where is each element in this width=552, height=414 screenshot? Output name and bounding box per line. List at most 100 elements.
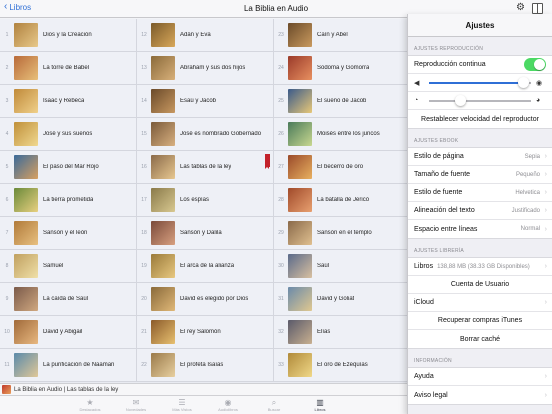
book-cell[interactable]: 32 Elías <box>274 316 411 349</box>
tab-top[interactable]: ☰ Más Vistos <box>159 396 205 414</box>
volume-knob[interactable] <box>517 76 529 88</box>
reset-speed-button[interactable]: Restablecer velocidad del reproductor <box>408 110 552 128</box>
book-cell[interactable]: 14 Esaú y Jacob <box>137 85 274 118</box>
book-cell[interactable]: 28 La batalla de Jericó <box>274 184 411 217</box>
book-cell[interactable]: 8 Samuel <box>0 250 137 283</box>
book-cell[interactable]: 30 Saúl <box>274 250 411 283</box>
ebook-setting-row[interactable]: Alineación del texto Justificado › <box>408 202 552 220</box>
book-cell[interactable]: 5 El paso del Mar Rojo <box>0 151 137 184</box>
legal-row[interactable]: Aviso legal › <box>408 386 552 404</box>
book-cell[interactable]: 33 El oro de Ezequías <box>274 349 411 382</box>
speed-knob[interactable] <box>454 94 466 106</box>
book-cell[interactable]: 2 La torre de Babel <box>0 52 137 85</box>
gear-icon[interactable]: ⚙ <box>516 3 525 13</box>
restore-purchases-button[interactable]: Recuperar compras iTunes <box>408 312 552 330</box>
book-title: El oro de Ezequías <box>317 362 368 368</box>
ebook-setting-row[interactable]: Estilo de página Sepia › <box>408 148 552 166</box>
book-cell[interactable]: 9 La caída de Saúl <box>0 283 137 316</box>
book-thumbnail[interactable] <box>14 320 38 344</box>
volume-slider[interactable] <box>429 76 531 88</box>
book-cell[interactable]: 18 Sansón y Dalila <box>137 217 274 250</box>
book-thumbnail[interactable] <box>14 23 38 47</box>
book-thumbnail[interactable] <box>288 188 312 212</box>
book-thumbnail[interactable] <box>151 320 175 344</box>
book-cell[interactable]: 27 El becerro de oro <box>274 151 411 184</box>
ebook-setting-row[interactable]: Espacio entre líneas Normal › <box>408 220 552 238</box>
book-thumbnail[interactable] <box>288 89 312 113</box>
book-thumbnail[interactable] <box>288 122 312 146</box>
continuous-play-toggle[interactable] <box>524 58 546 71</box>
book-thumbnail[interactable] <box>151 56 175 80</box>
book-thumbnail[interactable] <box>151 254 175 278</box>
book-thumbnail[interactable] <box>14 353 38 377</box>
book-number: 12 <box>141 32 147 38</box>
book-thumbnail[interactable] <box>288 254 312 278</box>
book-cell[interactable]: 10 David y Abigail <box>0 316 137 349</box>
book-cell[interactable]: 21 El rey Salomón <box>137 316 274 349</box>
book-thumbnail[interactable] <box>14 56 38 80</box>
book-thumbnail[interactable] <box>151 122 175 146</box>
volume-low-icon: ◀ <box>414 79 420 87</box>
help-row[interactable]: Ayuda › <box>408 368 552 386</box>
book-thumbnail[interactable] <box>288 353 312 377</box>
now-playing-bar[interactable]: La Biblia en Audio | Las tablas de la le… <box>0 383 410 395</box>
book-thumbnail[interactable] <box>288 287 312 311</box>
icloud-row[interactable]: iCloud › <box>408 294 552 312</box>
book-thumbnail[interactable] <box>14 287 38 311</box>
book-cell[interactable]: 26 Moisés entre los juncos <box>274 118 411 151</box>
book-cell[interactable]: 13 Abraham y sus dos hijos <box>137 52 274 85</box>
book-cell[interactable]: 1 Dios y la Creación <box>0 19 137 52</box>
book-thumbnail[interactable] <box>14 188 38 212</box>
book-number: 24 <box>278 65 284 71</box>
book-cell[interactable]: 4 José y sus sueños <box>0 118 137 151</box>
book-thumbnail[interactable] <box>151 188 175 212</box>
book-thumbnail[interactable] <box>14 254 38 278</box>
book-thumbnail[interactable] <box>151 89 175 113</box>
book-cell[interactable]: 15 José es nombrado Gobernado <box>137 118 274 151</box>
tab-audio[interactable]: ◉ Audiolibros <box>205 396 251 414</box>
book-cell[interactable]: 6 La tierra prometida <box>0 184 137 217</box>
tab-new[interactable]: ✉ Novedades <box>113 396 159 414</box>
book-cell[interactable]: 22 El profeta Isaías <box>137 349 274 382</box>
book-thumbnail[interactable] <box>151 23 175 47</box>
book-thumbnail[interactable] <box>288 221 312 245</box>
book-cell[interactable]: 11 La purificación de Naaman <box>0 349 137 382</box>
ebook-setting-row[interactable]: Tamaño de fuente Pequeño › <box>408 166 552 184</box>
book-thumbnail[interactable] <box>288 23 312 47</box>
book-cell[interactable]: 29 Sansón en el templo <box>274 217 411 250</box>
section-header-info: INFORMACIÓN <box>414 358 452 364</box>
book-cell[interactable]: 19 El arca de la alianza <box>137 250 274 283</box>
tab-featured[interactable]: ★ Destacados <box>67 396 113 414</box>
speed-slider[interactable] <box>429 94 531 106</box>
clear-cache-button[interactable]: Borrar caché <box>408 330 552 348</box>
book-thumbnail[interactable] <box>151 221 175 245</box>
book-cell[interactable]: 7 Sansón y el león <box>0 217 137 250</box>
user-account-button[interactable]: Cuenta de Usuario <box>408 276 552 294</box>
book-cell[interactable]: 31 David y Goliat <box>274 283 411 316</box>
book-thumbnail[interactable] <box>288 320 312 344</box>
book-cell[interactable]: 25 El sueño de Jacob <box>274 85 411 118</box>
book-thumbnail[interactable] <box>288 155 312 179</box>
book-thumbnail[interactable] <box>14 155 38 179</box>
tab-search[interactable]: ⌕ Buscar <box>251 396 297 414</box>
book-cell[interactable]: 17 Los espías <box>137 184 274 217</box>
tab-library[interactable]: ▥ Libros <box>297 396 343 414</box>
book-icon[interactable] <box>532 3 543 14</box>
book-cell[interactable]: 16 Las tablas de la ley <box>137 151 274 184</box>
book-cell[interactable]: 3 Isaac y Rebeca <box>0 85 137 118</box>
book-thumbnail[interactable] <box>151 155 175 179</box>
book-thumbnail[interactable] <box>151 353 175 377</box>
book-cell[interactable]: 24 Sodoma y Gomorra <box>274 52 411 85</box>
ebook-setting-value: Pequeño <box>515 171 540 178</box>
book-cell[interactable]: 12 Adán y Eva <box>137 19 274 52</box>
book-thumbnail[interactable] <box>288 56 312 80</box>
ebook-setting-row[interactable]: Estilo de fuente Helvetica › <box>408 184 552 202</box>
book-cell[interactable]: 23 Caín y Abel <box>274 19 411 52</box>
book-title: La torre de Babel <box>43 65 90 71</box>
book-thumbnail[interactable] <box>14 221 38 245</box>
books-storage-row[interactable]: Libros 138,88 MB (38.33 GB Disponibles) … <box>408 258 552 276</box>
book-thumbnail[interactable] <box>14 122 38 146</box>
book-thumbnail[interactable] <box>151 287 175 311</box>
book-cell[interactable]: 20 David es elegido por Dios <box>137 283 274 316</box>
book-thumbnail[interactable] <box>14 89 38 113</box>
